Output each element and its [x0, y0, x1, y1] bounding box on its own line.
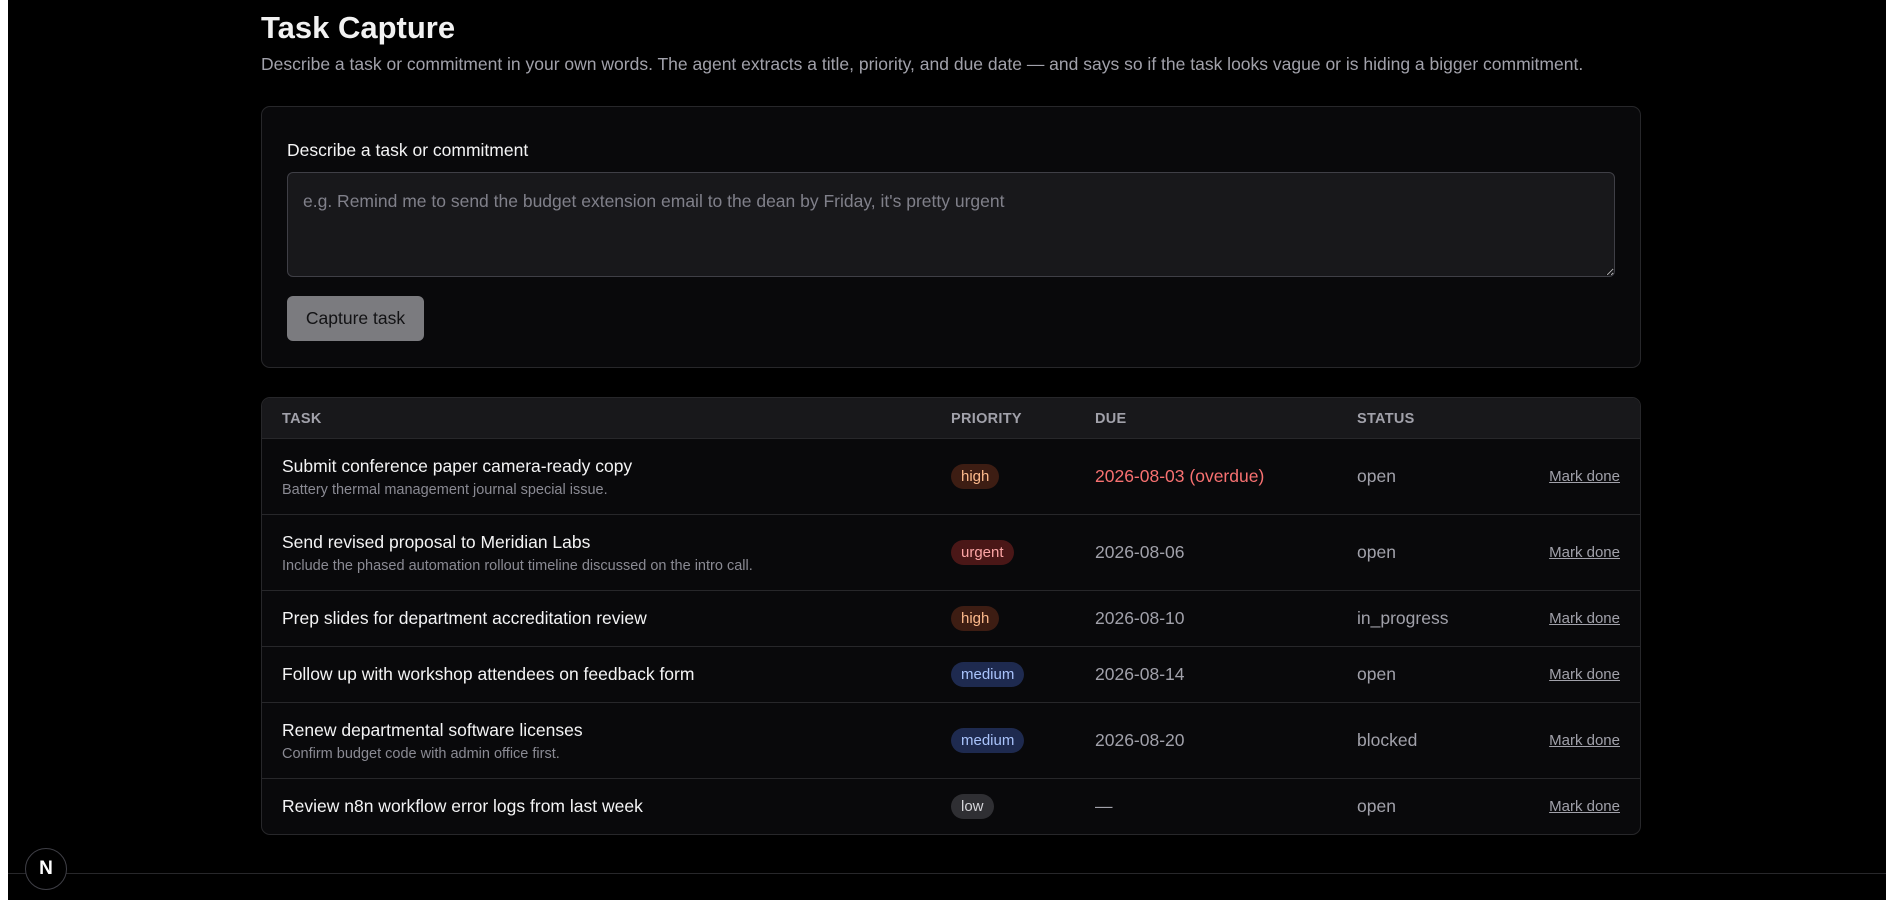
table-row: Send revised proposal to Meridian Labs I… — [262, 515, 1640, 591]
next-badge-letter: N — [39, 858, 53, 879]
due-date: 2026-08-20 — [1095, 730, 1185, 750]
tasks-table: TASK PRIORITY DUE STATUS Submit conferen… — [261, 397, 1641, 835]
status-text: open — [1357, 664, 1396, 684]
due-date: 2026-08-03 (overdue) — [1095, 466, 1265, 486]
priority-badge: low — [951, 794, 994, 819]
status-text: in_progress — [1357, 608, 1449, 628]
task-description-label: Describe a task or commitment — [287, 140, 529, 160]
mark-done-link[interactable]: Mark done — [1549, 732, 1620, 749]
column-header-due: DUE — [1095, 411, 1127, 427]
priority-badge: high — [951, 606, 1000, 631]
task-description-input[interactable] — [287, 172, 1615, 277]
nextjs-logo-icon[interactable]: N — [25, 848, 67, 890]
table-row: Review n8n workflow error logs from last… — [262, 779, 1640, 834]
page-subtitle: Describe a task or commitment in your ow… — [261, 54, 1584, 74]
due-date: 2026-08-14 — [1095, 664, 1185, 684]
task-title: Review n8n workflow error logs from last… — [282, 796, 643, 816]
table-header: TASK PRIORITY DUE STATUS — [262, 398, 1640, 439]
task-note: Include the phased automation rollout ti… — [282, 558, 753, 574]
table-row: Submit conference paper camera-ready cop… — [262, 439, 1640, 515]
task-title: Submit conference paper camera-ready cop… — [282, 456, 633, 476]
priority-badge: urgent — [951, 540, 1014, 565]
footer-divider — [8, 873, 1886, 874]
mark-done-link[interactable]: Mark done — [1549, 666, 1620, 683]
due-date: — — [1095, 796, 1113, 816]
due-date: 2026-08-06 — [1095, 542, 1185, 562]
column-header-status: STATUS — [1357, 411, 1415, 427]
priority-badge: medium — [951, 662, 1025, 687]
page-title: Task Capture — [261, 10, 456, 45]
task-title: Prep slides for department accreditation… — [282, 608, 647, 628]
column-header-priority: PRIORITY — [951, 411, 1022, 427]
task-title: Renew departmental software licenses — [282, 720, 583, 740]
mark-done-link[interactable]: Mark done — [1549, 610, 1620, 627]
priority-badge: high — [951, 464, 1000, 489]
status-text: open — [1357, 542, 1396, 562]
capture-task-button[interactable]: Capture task — [287, 296, 424, 341]
app-frame: Task Capture Describe a task or commitme… — [8, 0, 1886, 900]
status-text: blocked — [1357, 730, 1418, 750]
mark-done-link[interactable]: Mark done — [1549, 468, 1620, 485]
status-text: open — [1357, 796, 1396, 816]
mark-done-link[interactable]: Mark done — [1549, 798, 1620, 815]
column-header-task: TASK — [282, 411, 322, 427]
table-row: Follow up with workshop attendees on fee… — [262, 647, 1640, 703]
capture-form-card: Describe a task or commitment Capture ta… — [261, 106, 1641, 368]
priority-badge: medium — [951, 728, 1025, 753]
task-note: Battery thermal management journal speci… — [282, 482, 608, 498]
task-title: Follow up with workshop attendees on fee… — [282, 664, 695, 684]
due-date: 2026-08-10 — [1095, 608, 1185, 628]
task-note: Confirm budget code with admin office fi… — [282, 746, 560, 762]
mark-done-link[interactable]: Mark done — [1549, 544, 1620, 561]
table-row: Renew departmental software licenses Con… — [262, 703, 1640, 779]
task-title: Send revised proposal to Meridian Labs — [282, 532, 591, 552]
table-row: Prep slides for department accreditation… — [262, 591, 1640, 647]
status-text: open — [1357, 466, 1396, 486]
